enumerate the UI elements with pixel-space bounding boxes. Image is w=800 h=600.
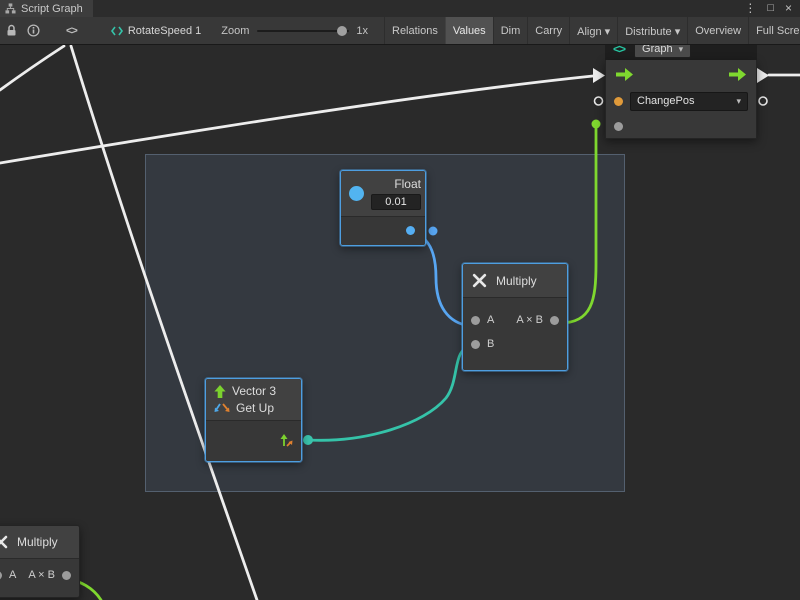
vector3-node-body bbox=[206, 421, 301, 461]
zoom-slider-knob[interactable] bbox=[337, 26, 347, 36]
multiply-icon bbox=[471, 272, 488, 289]
multiply-input-a-port[interactable] bbox=[471, 316, 480, 325]
port-label-b: B bbox=[487, 338, 494, 350]
zoom-slider-track bbox=[257, 30, 349, 32]
window-tab-script-graph[interactable]: Script Graph bbox=[0, 0, 93, 17]
toolbar-button-carry[interactable]: Carry bbox=[527, 17, 569, 45]
zoom-slider[interactable] bbox=[257, 25, 349, 37]
event-input-port[interactable] bbox=[614, 97, 623, 106]
toolbar-button-align[interactable]: Align ▾ bbox=[569, 17, 617, 45]
node-title: Float bbox=[394, 177, 421, 191]
script-graph-icon bbox=[111, 25, 123, 37]
port-label-a: A bbox=[9, 569, 16, 581]
unconnected-port-right[interactable] bbox=[759, 97, 767, 105]
unconnected-port-left[interactable] bbox=[595, 97, 603, 105]
toolbar-button-overview[interactable]: Overview bbox=[687, 17, 748, 45]
flow-arrow-in-icon bbox=[593, 68, 605, 83]
vector3-node-header: Vector 3 Get Up bbox=[206, 379, 301, 421]
graph-panel: <> Graph ▾ ChangePos ▾ bbox=[605, 38, 757, 139]
flow-in-arrow-icon[interactable] bbox=[616, 68, 633, 81]
node-title: Multiply bbox=[496, 274, 537, 288]
multiply-input-b-port[interactable] bbox=[471, 340, 480, 349]
toolbar-button-relations[interactable]: Relations bbox=[384, 17, 445, 45]
multiply-node-body: A A × B B bbox=[463, 298, 567, 370]
float-value-input[interactable]: 0.01 bbox=[371, 194, 421, 210]
flow-out-arrow-icon[interactable] bbox=[729, 68, 746, 81]
toolbar-button-distribute[interactable]: Distribute ▾ bbox=[617, 17, 687, 45]
port-label-output: A × B bbox=[28, 569, 55, 581]
window-titlebar: Script Graph ⋮ □ × bbox=[0, 0, 800, 17]
graph-toolbar: <> RotateSpeed 1 Zoom 1x Relations Value… bbox=[0, 17, 800, 45]
chevron-down-icon: ▾ bbox=[679, 44, 684, 55]
toolbar-button-dim[interactable]: Dim bbox=[493, 17, 528, 45]
graph-name-label: RotateSpeed 1 bbox=[128, 25, 201, 37]
wire-white-corner[interactable] bbox=[0, 46, 64, 90]
multiply2-node-header: Multiply bbox=[0, 526, 79, 559]
float-node-header: Float 0.01 bbox=[341, 171, 425, 217]
multiply2-node-body: A A × B bbox=[0, 559, 79, 597]
multiply-icon bbox=[0, 534, 9, 550]
multiply-output-port[interactable] bbox=[550, 316, 559, 325]
maximize-icon[interactable]: □ bbox=[767, 0, 774, 17]
float-node-body bbox=[341, 217, 425, 245]
zoom-label: Zoom bbox=[221, 25, 249, 37]
window-title: Script Graph bbox=[21, 3, 83, 15]
toolbar-buttons: Relations Values Dim Carry Align ▾ Distr… bbox=[384, 17, 800, 45]
vector3-output-icon[interactable] bbox=[279, 434, 293, 448]
spare-input-port[interactable] bbox=[614, 122, 623, 131]
flow-port-row bbox=[606, 60, 756, 88]
spare-port-row bbox=[606, 114, 756, 138]
window-controls: ⋮ □ × bbox=[744, 0, 800, 17]
float-output-port[interactable] bbox=[406, 226, 415, 235]
graph-canvas[interactable]: { "window": { "title": "Script Graph", "… bbox=[0, 0, 800, 600]
multiply2-input-a-port[interactable] bbox=[0, 571, 2, 580]
port-label-output: A × B bbox=[516, 314, 543, 326]
changepos-node[interactable]: ChangePos ▾ bbox=[605, 60, 757, 139]
green-wire-endpoint[interactable] bbox=[592, 120, 601, 129]
multiply2-output-port[interactable] bbox=[62, 571, 71, 580]
lock-icon[interactable] bbox=[6, 24, 17, 37]
node-vector3-getup[interactable]: Vector 3 Get Up bbox=[205, 378, 302, 462]
zoom-value: 1x bbox=[356, 25, 368, 37]
event-name-label: ChangePos bbox=[637, 95, 695, 107]
get-up-icon bbox=[214, 403, 230, 413]
multiply-node-header: Multiply bbox=[463, 264, 567, 298]
node-subtitle: Get Up bbox=[236, 401, 274, 415]
flow-arrow-out-icon bbox=[757, 68, 769, 83]
event-port-row: ChangePos ▾ bbox=[606, 88, 756, 114]
vector3-icon bbox=[214, 385, 226, 398]
float-type-icon bbox=[349, 186, 364, 201]
node-title: Multiply bbox=[17, 535, 58, 549]
node-float[interactable]: Float 0.01 bbox=[340, 170, 426, 246]
changepos-event-dropdown[interactable]: ChangePos ▾ bbox=[630, 92, 748, 111]
wire-white-left[interactable] bbox=[0, 76, 593, 163]
close-icon[interactable]: × bbox=[785, 0, 792, 17]
graph-reference[interactable]: RotateSpeed 1 bbox=[111, 25, 201, 37]
node-multiply-partial[interactable]: Multiply A A × B bbox=[0, 525, 80, 598]
menu-icon[interactable]: ⋮ bbox=[744, 0, 756, 17]
info-icon[interactable] bbox=[27, 24, 40, 37]
graph-tab-icon bbox=[5, 3, 16, 14]
code-view-button[interactable]: <> bbox=[66, 25, 77, 37]
toolbar-button-values[interactable]: Values bbox=[445, 17, 493, 45]
node-title: Vector 3 bbox=[232, 384, 276, 398]
node-multiply[interactable]: Multiply A A × B B bbox=[462, 263, 568, 371]
port-label-a: A bbox=[487, 314, 494, 326]
toolbar-button-fullscreen[interactable]: Full Screen bbox=[748, 17, 800, 45]
chevron-down-icon: ▾ bbox=[736, 96, 741, 107]
